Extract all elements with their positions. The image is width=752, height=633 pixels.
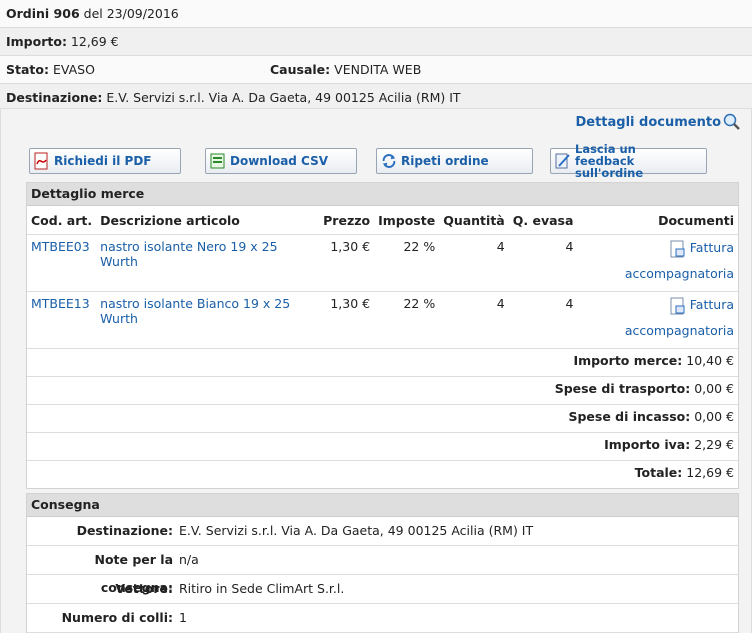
- summary-label: Spese di trasporto:: [554, 381, 691, 396]
- stato-label: Stato:: [6, 62, 49, 77]
- col-cod-art: Cod. art.: [27, 206, 97, 235]
- price-cell: 1,30 €: [319, 291, 375, 349]
- consegna-row: Numero di colli: 1: [27, 604, 738, 633]
- feedback-icon: [555, 153, 570, 169]
- summary-label: Totale:: [634, 465, 683, 480]
- consegna-value: n/a: [179, 552, 199, 567]
- ripeti-ordine-button[interactable]: Ripeti ordine: [376, 148, 533, 174]
- document-icon: [670, 240, 685, 257]
- summary-row: Spese di incasso: 0,00 €: [27, 404, 738, 433]
- col-descrizione: Descrizione articolo: [96, 206, 320, 235]
- feedback-button[interactable]: Lascia un feedback sull'ordine: [550, 143, 707, 179]
- summary-row: Spese di trasporto: 0,00 €: [27, 376, 738, 405]
- consegna-row: Note per la consegna: n/a: [27, 546, 738, 595]
- article-code-link[interactable]: MTBEE03: [31, 239, 90, 254]
- col-quantita: Quantità: [439, 206, 509, 235]
- consegna-label: Vettore:: [115, 581, 173, 596]
- richiedi-pdf-label: Richiedi il PDF: [54, 154, 152, 168]
- summary-row: Importo merce: 10,40 €: [27, 348, 738, 377]
- document-link[interactable]: Fattura accompagnatoria: [625, 297, 734, 338]
- article-description-link[interactable]: nastro isolante Bianco 19 x 25 Wurth: [100, 296, 290, 326]
- summary-value: 0,00 €: [694, 381, 734, 396]
- dettaglio-merce-box: Dettaglio merce Cod. art. Descrizione ar…: [26, 182, 739, 489]
- consegna-label: Destinazione:: [76, 523, 173, 538]
- summary-value: 2,29 €: [694, 437, 734, 452]
- quantity-cell: 4: [439, 291, 509, 349]
- consegna-label: Note per la consegna:: [94, 552, 173, 595]
- order-date: del 23/09/2016: [83, 6, 179, 21]
- col-imposte: Imposte: [374, 206, 440, 235]
- tax-cell: 22 %: [374, 291, 440, 349]
- price-cell: 1,30 €: [319, 234, 375, 292]
- consegna-value: E.V. Servizi s.r.l. Via A. Da Gaeta, 49 …: [179, 523, 534, 538]
- destinazione-value: E.V. Servizi s.r.l. Via A. Da Gaeta, 49 …: [106, 90, 461, 105]
- richiedi-pdf-button[interactable]: Richiedi il PDF: [29, 148, 181, 174]
- summary-row: Importo iva: 2,29 €: [27, 432, 738, 461]
- document-icon: [670, 297, 685, 314]
- article-description-link[interactable]: nastro isolante Nero 19 x 25 Wurth: [100, 239, 277, 269]
- table-row: MTBEE13 nastro isolante Bianco 19 x 25 W…: [27, 291, 738, 349]
- summary-label: Spese di incasso:: [568, 409, 691, 424]
- article-code-link[interactable]: MTBEE13: [31, 296, 90, 311]
- summary-label: Importo iva:: [604, 437, 691, 452]
- importo-value: 12,69 €: [70, 34, 119, 49]
- download-csv-label: Download CSV: [230, 154, 329, 168]
- merce-header-row: Cod. art. Descrizione articolo Prezzo Im…: [27, 206, 738, 235]
- col-prezzo: Prezzo: [319, 206, 375, 235]
- order-title: Ordini 906 del 23/09/2016: [0, 0, 752, 28]
- quantity-done-cell: 4: [508, 234, 578, 292]
- col-q-evasa: Q. evasa: [508, 206, 578, 235]
- summary-value: 0,00 €: [694, 409, 734, 424]
- download-csv-button[interactable]: Download CSV: [205, 148, 357, 174]
- csv-icon: [210, 153, 225, 169]
- order-detail-panel: Dettagli documento Richiedi il PDF Downl…: [0, 108, 752, 633]
- causale-value: VENDITA WEB: [334, 62, 422, 77]
- table-row: MTBEE03 nastro isolante Nero 19 x 25 Wur…: [27, 234, 738, 292]
- consegna-row: Destinazione: E.V. Servizi s.r.l. Via A. …: [27, 517, 738, 546]
- summary-label: Importo merce:: [573, 353, 683, 368]
- document-link[interactable]: Fattura accompagnatoria: [625, 240, 734, 281]
- dettaglio-merce-heading: Dettaglio merce: [27, 183, 738, 206]
- magnifier-icon: [723, 113, 740, 130]
- importo-row: Importo: 12,69 €: [0, 28, 752, 56]
- quantity-cell: 4: [439, 234, 509, 292]
- consegna-heading: Consegna: [27, 494, 738, 517]
- repeat-icon: [382, 154, 396, 168]
- summary-value: 10,40 €: [686, 353, 734, 368]
- stato-value: EVASO: [52, 62, 95, 77]
- consegna-row: Vettore: Ritiro in Sede ClimArt S.r.l.: [27, 575, 738, 604]
- quantity-done-cell: 4: [508, 291, 578, 349]
- causale-field: Causale: VENDITA WEB: [270, 56, 421, 83]
- tax-cell: 22 %: [374, 234, 440, 292]
- feedback-label: Lascia un feedback sull'ordine: [575, 142, 644, 180]
- dettagli-documento-link[interactable]: Dettagli documento: [575, 113, 741, 131]
- consegna-value: 1: [179, 610, 187, 625]
- dettagli-documento-label: Dettagli documento: [575, 114, 721, 130]
- merce-table: Cod. art. Descrizione articolo Prezzo Im…: [27, 206, 738, 488]
- pdf-icon: [34, 152, 48, 170]
- ripeti-ordine-label: Ripeti ordine: [401, 154, 489, 168]
- summary-row: Totale: 12,69 €: [27, 461, 738, 489]
- consegna-label: Numero di colli:: [61, 610, 173, 625]
- order-number: Ordini 906: [6, 6, 80, 21]
- summary-value: 12,69 €: [686, 465, 734, 480]
- col-documenti: Documenti: [577, 206, 738, 235]
- consegna-value: Ritiro in Sede ClimArt S.r.l.: [179, 581, 345, 596]
- stato-row: Stato: EVASO Causale: VENDITA WEB: [0, 56, 752, 84]
- destinazione-label: Destinazione:: [6, 90, 103, 105]
- consegna-box: Consegna Destinazione: E.V. Servizi s.r.l…: [26, 493, 739, 633]
- importo-label: Importo:: [6, 34, 67, 49]
- causale-label: Causale:: [270, 62, 331, 77]
